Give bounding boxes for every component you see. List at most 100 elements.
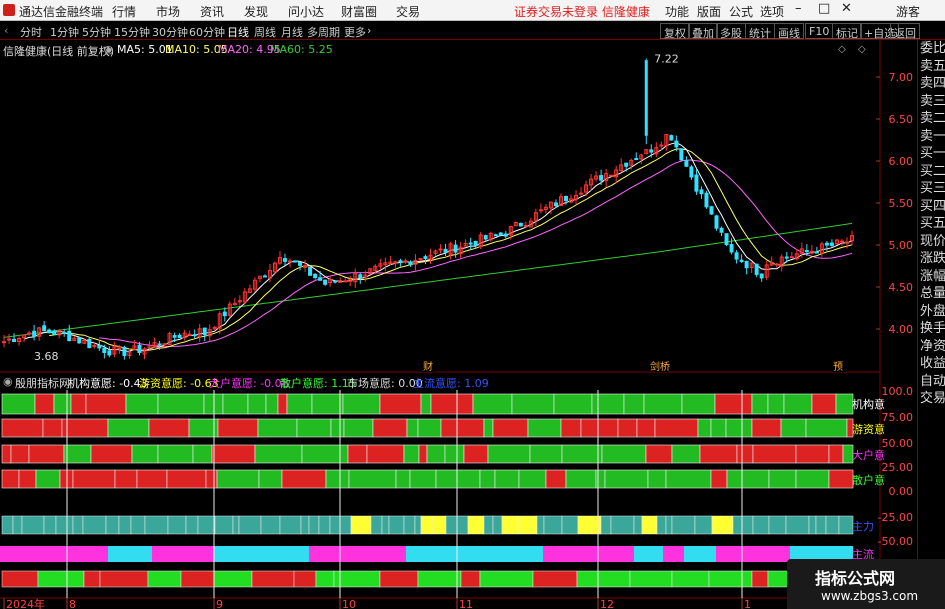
side-panel-item[interactable]: 换手	[918, 320, 945, 338]
period-tab[interactable]: 5分钟	[82, 24, 111, 40]
menu-zixun[interactable]: 资讯	[200, 3, 224, 20]
intent-bar-segment	[216, 469, 260, 489]
side-panel-item[interactable]: 卖四	[918, 75, 945, 93]
intent-bar-segment	[483, 418, 494, 438]
menu-hangqing[interactable]: 行情	[112, 3, 136, 20]
indicator-toggle-icon[interactable]: ◉	[3, 375, 13, 388]
side-panel-item[interactable]: 买四	[918, 198, 945, 216]
intent-bar-segment	[591, 393, 625, 415]
period-tab-more[interactable]: 更多	[344, 24, 366, 40]
side-panel-item[interactable]: 买五	[918, 215, 945, 233]
period-tab-selected[interactable]: 日线	[227, 24, 249, 40]
intent-bar-segment	[343, 418, 374, 438]
candle-body	[298, 261, 303, 266]
shichang-value: 市场意愿: 0.00	[347, 377, 423, 390]
btn-diejia[interactable]: 叠加	[688, 23, 718, 40]
dahu-value: 大户意愿: -0.08	[209, 377, 289, 390]
trend-segment	[0, 546, 22, 562]
intent-bar-segment	[463, 444, 489, 464]
btn-huaxian[interactable]: 画线	[774, 23, 804, 40]
intent-bar-segment	[301, 444, 349, 464]
intent-bar-segment	[90, 444, 133, 464]
candle-body	[684, 160, 689, 167]
side-panel-item[interactable]: 涨幅	[918, 268, 945, 286]
side-panel-item[interactable]: 卖一	[918, 128, 945, 146]
side-panel-item[interactable]: 总量	[918, 285, 945, 303]
main-force-segment	[732, 515, 754, 535]
main-force-segment	[641, 515, 658, 535]
menu-banmian[interactable]: 版面	[697, 3, 721, 20]
btn-tongji[interactable]: 统计	[745, 23, 775, 40]
event-marker[interactable]: 财	[423, 360, 433, 373]
main-force-segment	[279, 515, 302, 535]
indicator-row-label: 游资意	[852, 422, 885, 436]
menu-jiaoyi[interactable]: 交易	[396, 3, 420, 20]
side-panel-item[interactable]: 卖五	[918, 58, 945, 76]
menu-caifuquan[interactable]: 财富圈	[341, 3, 377, 20]
menu-faxian[interactable]: 发现	[244, 3, 268, 20]
menu-gongneng[interactable]: 功能	[665, 3, 689, 20]
period-tab[interactable]: 1分钟	[50, 24, 79, 40]
period-tab[interactable]: 30分钟	[152, 24, 188, 40]
candle-body	[839, 240, 844, 243]
side-panel-item[interactable]: 委比	[918, 40, 945, 58]
candle-body	[774, 263, 779, 266]
period-tab[interactable]: 60分钟	[189, 24, 225, 40]
side-panel-item[interactable]: 买二	[918, 163, 945, 181]
period-tab[interactable]: 周线	[254, 24, 276, 40]
event-marker[interactable]: 预	[833, 361, 843, 373]
side-panel-item[interactable]: 卖二	[918, 110, 945, 128]
btn-fanhui[interactable]: 返回	[890, 23, 920, 40]
period-tab[interactable]: 多周期	[307, 24, 340, 40]
candle-body	[744, 260, 749, 269]
intent-bar-segment	[494, 469, 520, 489]
period-tab[interactable]: 月线	[281, 24, 303, 40]
event-marker[interactable]: 剑桥	[650, 360, 670, 373]
btn-duogu[interactable]: 多股	[716, 23, 746, 40]
side-panel-item[interactable]: 卖三	[918, 93, 945, 111]
ma-toggle-icon[interactable]: ◉	[104, 43, 114, 56]
login-warning[interactable]: 证券交易未登录 信隆健康	[514, 3, 650, 20]
btn-biaoji[interactable]: 标记	[832, 23, 862, 40]
intent-bar-segment	[131, 444, 159, 464]
intent-bar-segment	[247, 393, 267, 415]
menu-wenxiaoda[interactable]: 问小达	[288, 3, 324, 20]
intent-bar-segment	[529, 444, 563, 464]
menu-shichang[interactable]: 市场	[156, 3, 180, 20]
menu-gongshi[interactable]: 公式	[729, 3, 753, 20]
main-force-segment	[517, 515, 538, 535]
main-force-segment	[1, 515, 14, 535]
side-panel-item[interactable]: 买一	[918, 145, 945, 163]
side-panel-item[interactable]: 买三	[918, 180, 945, 198]
side-panel-item[interactable]: 交易	[918, 390, 945, 408]
side-panel-item[interactable]: 净资	[918, 338, 945, 356]
candle-body	[192, 334, 197, 337]
trend-segment	[663, 546, 684, 562]
price-tick-label: 4.50	[889, 281, 914, 294]
intent-bar-segment	[296, 418, 332, 438]
ma5-line	[23, 142, 853, 352]
candle-body	[734, 252, 739, 260]
kline-chart[interactable]: 7.223.68财 剑桥预 机构意游资意大户意散户意主力主流 7.006.506.…	[0, 40, 917, 609]
side-panel-item[interactable]: 现价	[918, 233, 945, 251]
btn-f10[interactable]: F10	[805, 23, 834, 39]
intent-bar-segment	[710, 418, 727, 438]
intent-bar-segment	[418, 444, 428, 464]
candle-body	[107, 350, 112, 356]
intent-bar-segment	[805, 418, 848, 438]
maximize-icon[interactable]: □	[818, 1, 830, 16]
candle-body	[599, 175, 604, 181]
minimize-icon[interactable]: –	[795, 1, 802, 16]
toolbar-expand-icon[interactable]: ‹	[4, 24, 8, 37]
period-tab[interactable]: 15分钟	[114, 24, 150, 40]
more-chevron-icon[interactable]: ›	[367, 24, 371, 37]
side-panel-item[interactable]: 外盘	[918, 303, 945, 321]
close-icon[interactable]: ✕	[841, 1, 852, 16]
period-tab[interactable]: 分时	[20, 24, 42, 40]
side-panel-item[interactable]: 自动	[918, 373, 945, 391]
btn-fuquan[interactable]: 复权	[660, 23, 690, 40]
guest-label[interactable]: 游客	[896, 3, 920, 20]
side-panel-item[interactable]: 涨跌	[918, 250, 945, 268]
menu-xuanxiang[interactable]: 选项	[760, 3, 784, 20]
side-panel-item[interactable]: 收益	[918, 355, 945, 373]
